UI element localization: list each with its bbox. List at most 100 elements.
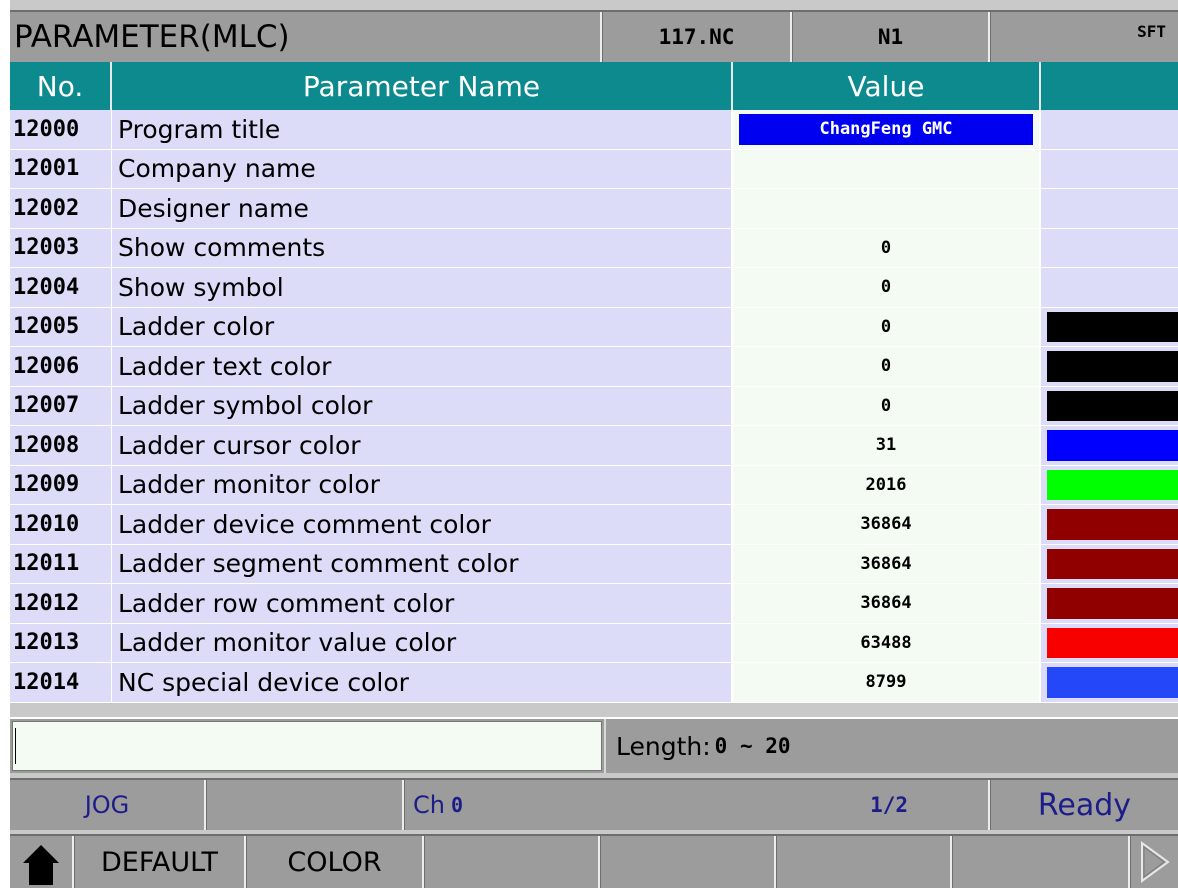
parameter-number: 12003 [10,228,112,267]
parameter-number: 12007 [10,386,112,425]
color-swatch [1047,469,1178,500]
parameter-value-cell[interactable]: 0 [733,307,1041,346]
next-arrow-icon [1140,841,1170,883]
softkey-blank-1[interactable] [424,836,600,888]
table-row[interactable]: 12013 Ladder monitor value color 63488 [10,623,1178,663]
parameter-value-cell[interactable]: 2016 [733,465,1041,504]
cnc-screen: PARAMETER(MLC) 117.NC N1 SFT No. Paramet… [10,0,1178,888]
parameter-value-cell[interactable]: 36864 [733,505,1041,544]
color-preview-cell [1041,465,1178,504]
parameter-name: Program title [112,110,733,149]
parameter-value-cell[interactable]: 8799 [733,663,1041,702]
color-swatch [1047,588,1178,619]
status-bar: JOG Ch 0 1/2 Ready [10,778,1178,830]
color-preview-cell [1041,663,1178,702]
page-indicator: 1/2 [870,793,908,817]
parameter-value-cell[interactable] [733,149,1041,188]
table-row[interactable]: 12008 Ladder cursor color 31 [10,426,1178,466]
table-row[interactable]: 12004 Show symbol 0 [10,268,1178,308]
color-preview-cell [1041,386,1178,425]
color-preview-cell [1041,426,1178,465]
parameter-name: NC special device color [112,663,733,702]
channel-indicator: Ch 0 1/2 [404,780,990,830]
column-header-value: Value [733,62,1041,110]
parameter-number: 12008 [10,426,112,465]
table-row[interactable]: 12014 NC special device color 8799 [10,663,1178,703]
softkey-blank-4[interactable] [952,836,1130,888]
color-preview-cell [1041,307,1178,346]
default-softkey[interactable]: DEFAULT [74,836,246,888]
page-title: PARAMETER(MLC) [10,12,602,62]
parameter-name: Ladder text color [112,347,733,386]
softkey-blank-2[interactable] [600,836,776,888]
parameter-value-cell[interactable]: 0 [733,268,1041,307]
parameter-number: 12006 [10,347,112,386]
parameter-number: 12012 [10,584,112,623]
table-row[interactable]: 12006 Ladder text color 0 [10,347,1178,387]
color-softkey[interactable]: COLOR [246,836,424,888]
table-row[interactable]: 12011 Ladder segment comment color 36864 [10,544,1178,584]
length-label: Length: [616,731,711,761]
input-caret [15,728,16,764]
parameter-value-cell[interactable] [733,189,1041,228]
color-preview-cell [1041,544,1178,583]
parameter-value-cell[interactable]: 0 [733,386,1041,425]
parameter-value-cell[interactable]: 31 [733,426,1041,465]
table-row[interactable]: 12010 Ladder device comment color 36864 [10,505,1178,545]
color-swatch [1047,430,1178,461]
color-swatch [1047,311,1178,342]
parameter-value: 0 [880,316,892,337]
table-row[interactable]: 12007 Ladder symbol color 0 [10,386,1178,426]
table-row[interactable]: 12003 Show comments 0 [10,228,1178,268]
parameter-number: 12011 [10,544,112,583]
parameter-value: 2016 [865,474,907,495]
parameter-value-cell[interactable]: 36864 [733,544,1041,583]
column-header-color [1041,62,1178,110]
next-page-softkey[interactable] [1130,836,1178,888]
column-header-no: No. [10,62,112,110]
color-swatch [1047,548,1178,579]
table-row[interactable]: 12001 Company name [10,149,1178,189]
color-preview-cell [1041,268,1178,307]
parameter-value: 0 [880,237,892,258]
parameter-number: 12004 [10,268,112,307]
parameter-number: 12013 [10,623,112,662]
parameter-table: No. Parameter Name Value 12000 Program ti… [10,62,1178,703]
table-row[interactable]: 12009 Ladder monitor color 2016 [10,465,1178,505]
length-hint: Length: 0 ~ 20 [604,719,791,773]
parameter-value-cell[interactable]: 36864 [733,584,1041,623]
parameter-value [739,154,1033,185]
home-icon [23,845,59,885]
table-row[interactable]: 12000 Program title ChangFeng GMC [10,110,1178,150]
parameter-name: Ladder monitor color [112,465,733,504]
table-row[interactable]: 12005 Ladder color 0 [10,307,1178,347]
home-softkey[interactable] [10,836,74,888]
parameter-number: 12005 [10,307,112,346]
parameter-value-cell[interactable]: 0 [733,228,1041,267]
parameter-number: 12010 [10,505,112,544]
softkey-blank-3[interactable] [776,836,952,888]
title-bar: PARAMETER(MLC) 117.NC N1 SFT [10,10,1178,62]
parameter-name: Designer name [112,189,733,228]
parameter-value [739,193,1033,224]
table-row[interactable]: 12012 Ladder row comment color 36864 [10,584,1178,624]
parameter-number: 12002 [10,189,112,228]
parameter-value: 36864 [860,514,912,535]
parameter-name: Company name [112,149,733,188]
table-header: No. Parameter Name Value [10,62,1178,110]
value-input[interactable] [12,721,602,771]
mode-indicator: JOG [10,780,206,830]
parameter-value: 63488 [860,632,912,653]
color-preview-cell [1041,189,1178,228]
parameter-value-cell[interactable]: ChangFeng GMC [733,110,1041,149]
parameter-value: ChangFeng GMC [739,114,1033,145]
parameter-value: 0 [880,356,892,377]
color-preview-cell [1041,584,1178,623]
parameter-value-cell[interactable]: 63488 [733,623,1041,662]
parameter-value: 36864 [860,553,912,574]
table-body: 12000 Program title ChangFeng GMC 12001 Comp… [10,110,1178,703]
parameter-name: Show symbol [112,268,733,307]
program-file-name: 117.NC [602,12,792,62]
parameter-value-cell[interactable]: 0 [733,347,1041,386]
table-row[interactable]: 12002 Designer name [10,189,1178,229]
